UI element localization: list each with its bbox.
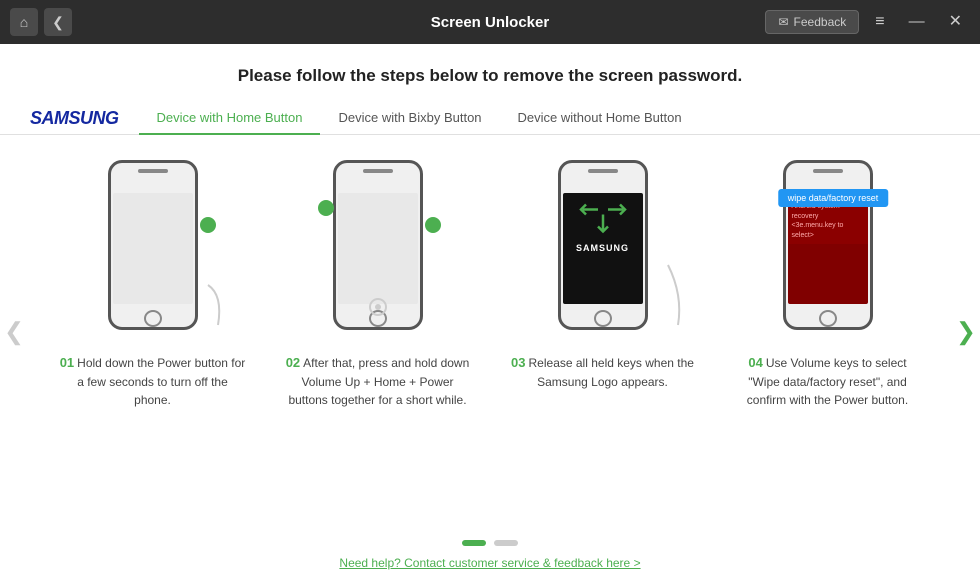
feedback-label: Feedback [794, 15, 847, 29]
hand-hint [188, 275, 228, 335]
phone-speaker-3 [588, 169, 618, 173]
step-2-text: 02After that, press and hold down Volume… [273, 345, 483, 409]
phone-speaker-2 [363, 169, 393, 173]
phone-speaker [138, 169, 168, 173]
customer-service-link[interactable]: Need help? Contact customer service & fe… [339, 556, 640, 570]
app-title: Screen Unlocker [431, 14, 549, 31]
step-4-text: 04Use Volume keys to select "Wipe data/f… [723, 345, 933, 409]
step-3-num: 03 [511, 355, 525, 370]
pagination-dot-1[interactable] [462, 540, 486, 546]
step-4-phone: Android system recovery <3e.menu.key to … [783, 160, 873, 330]
step-1: 01Hold down the Power button for a few s… [48, 145, 258, 409]
tabs-section: SAMSUNG Device with Home Button Device w… [0, 102, 980, 135]
power-dot-2 [425, 217, 441, 233]
step-4-num: 04 [748, 355, 762, 370]
step-2-num: 02 [286, 355, 300, 370]
phone-speaker-4 [813, 169, 843, 173]
back-button[interactable]: ❮ [44, 8, 72, 36]
home-button[interactable]: ⌂ [10, 8, 38, 36]
step-3: SAMSUNG [498, 145, 708, 391]
prev-arrow-button[interactable]: ❮ [4, 317, 24, 346]
step-4-illustration: Android system recovery <3e.menu.key to … [743, 145, 913, 345]
step-4-screen: Android system recovery <3e.menu.key to … [788, 193, 868, 304]
step-2: 02After that, press and hold down Volume… [273, 145, 483, 409]
tab-no-home-button[interactable]: Device without Home Button [500, 102, 700, 135]
steps-area: ❮ 01Hold down [0, 135, 980, 534]
step-1-illustration [68, 145, 238, 345]
phone-home-btn-3 [594, 310, 612, 327]
feedback-button[interactable]: ✉ Feedback [765, 10, 859, 34]
mail-icon: ✉ [778, 15, 788, 29]
main-content: Please follow the steps below to remove … [0, 44, 980, 582]
pagination [0, 534, 980, 554]
arrows-indicator [578, 185, 628, 235]
step-3-text: 03Release all held keys when the Samsung… [498, 345, 708, 391]
hand-hint-3 [638, 255, 688, 335]
step-3-illustration: SAMSUNG [518, 145, 688, 345]
steps-container: 01Hold down the Power button for a few s… [0, 145, 980, 409]
next-arrow-button[interactable]: ❯ [956, 317, 976, 346]
home-indicator [363, 292, 393, 322]
step-2-illustration [293, 145, 463, 345]
menu-button[interactable]: ≡ [867, 10, 892, 34]
close-button[interactable]: ✕ [941, 10, 970, 34]
pagination-dot-2[interactable] [494, 540, 518, 546]
step-3-phone: SAMSUNG [558, 160, 648, 330]
title-bar: ⌂ ❮ Screen Unlocker ✉ Feedback ≡ — ✕ [0, 0, 980, 44]
step-2-screen [338, 193, 418, 304]
volume-dot [318, 200, 334, 216]
step-4: Android system recovery <3e.menu.key to … [723, 145, 933, 409]
wipe-data-label: wipe data/factory reset [778, 189, 889, 207]
footer-link-area: Need help? Contact customer service & fe… [0, 554, 980, 582]
home-icon: ⌂ [20, 14, 28, 30]
title-bar-left: ⌂ ❮ [10, 8, 72, 36]
tab-home-button[interactable]: Device with Home Button [139, 102, 321, 135]
step-1-text: 01Hold down the Power button for a few s… [48, 345, 258, 409]
power-dot [200, 217, 216, 233]
phone-home-btn-4 [819, 310, 837, 327]
samsung-screen-text: SAMSUNG [576, 243, 629, 253]
samsung-logo: SAMSUNG [30, 108, 119, 129]
step-1-screen [113, 193, 193, 304]
step-3-screen: SAMSUNG [563, 193, 643, 304]
step-1-phone [108, 160, 198, 330]
tab-bixby-button[interactable]: Device with Bixby Button [320, 102, 499, 135]
title-bar-right: ✉ Feedback ≡ — ✕ [765, 10, 970, 34]
back-icon: ❮ [52, 14, 64, 31]
minimize-button[interactable]: — [901, 10, 933, 34]
phone-home-btn [144, 310, 162, 327]
step-1-num: 01 [60, 355, 74, 370]
page-heading: Please follow the steps below to remove … [0, 44, 980, 102]
